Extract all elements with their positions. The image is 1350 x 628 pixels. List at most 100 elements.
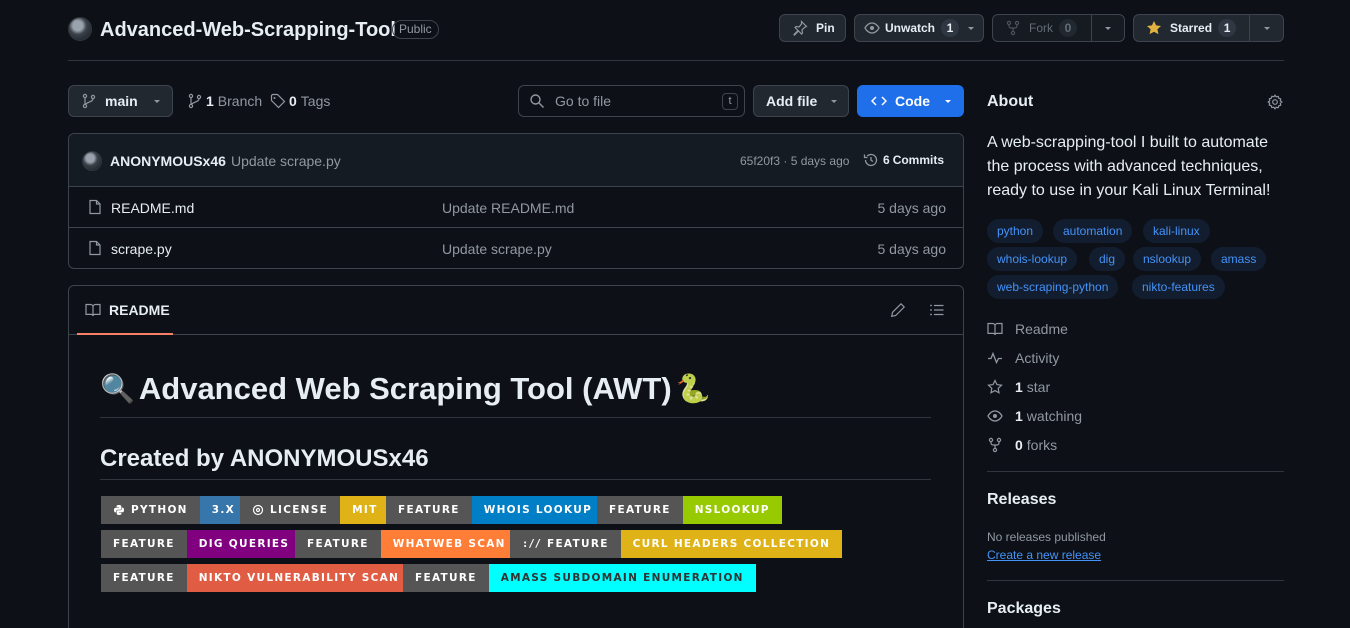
watching-count: 1	[1015, 408, 1023, 424]
releases-title[interactable]: Releases	[987, 491, 1056, 509]
heading-divider	[100, 417, 931, 418]
badge-left: FEATURE	[101, 530, 187, 558]
file-name[interactable]: scrape.py	[111, 241, 172, 257]
whatweb-badge[interactable]: FEATURE WHATWEB SCAN	[295, 530, 518, 558]
topic-tag[interactable]: kali-linux	[1143, 219, 1210, 243]
star-dropdown[interactable]	[1249, 15, 1283, 41]
file-commit-message[interactable]: Update README.md	[442, 200, 574, 216]
license-badge[interactable]: LICENSE MIT	[240, 496, 390, 524]
file-time: 5 days ago	[877, 241, 947, 257]
topic-tag[interactable]: nslookup	[1133, 247, 1202, 271]
dig-badge[interactable]: FEATURE DIG QUERIES	[101, 530, 302, 558]
pin-icon	[792, 20, 808, 36]
sidebar-divider	[987, 580, 1284, 581]
branch-name: main	[105, 93, 138, 109]
file-icon	[87, 240, 103, 256]
topic-tag[interactable]: dig	[1089, 247, 1126, 271]
branches-count: 1	[206, 93, 214, 109]
topic-tag[interactable]: amass	[1211, 247, 1267, 271]
add-file-button[interactable]: Add file	[753, 85, 849, 117]
curl-badge[interactable]: :// FEATURE CURL HEADERS COLLECTION	[510, 530, 843, 558]
create-release-link[interactable]: Create a new release	[987, 548, 1101, 562]
nslookup-badge[interactable]: FEATURE NSLOOKUP	[597, 496, 782, 524]
latest-commit-row: ANONYMOUSx46 Update scrape.py 65f20f3 · …	[69, 134, 963, 187]
unwatch-button[interactable]: Unwatch 1	[854, 14, 984, 42]
topic-tag[interactable]: nikto-features	[1132, 275, 1225, 299]
file-row[interactable]: scrape.py Update scrape.py 5 days ago	[69, 228, 963, 268]
tags-link[interactable]: 0 Tags	[270, 93, 330, 109]
commit-message[interactable]: Update scrape.py	[231, 153, 341, 169]
edit-pencil-icon[interactable]	[890, 302, 906, 318]
topic-tag[interactable]: web-scraping-python	[987, 275, 1119, 299]
fork-dropdown[interactable]	[1091, 15, 1124, 41]
book-icon	[987, 321, 1015, 337]
topic-tag[interactable]: python	[987, 219, 1044, 243]
search-icon	[529, 93, 545, 109]
forks-count: 0	[1015, 437, 1023, 453]
file-commit-message[interactable]: Update scrape.py	[442, 241, 552, 257]
badge-left: FEATURE	[386, 496, 472, 524]
badge-right: NSLOOKUP	[682, 496, 782, 524]
python-badge[interactable]: PYTHON 3.X	[101, 496, 248, 524]
badge-right: MIT	[340, 496, 390, 524]
curl-icon: ://	[522, 538, 541, 550]
code-button[interactable]: Code	[857, 85, 964, 117]
readme-tab-label: README	[109, 302, 170, 318]
file-name[interactable]: README.md	[111, 200, 194, 216]
repo-owner-avatar[interactable]	[68, 17, 92, 41]
packages-title[interactable]: Packages	[987, 600, 1061, 618]
nikto-badge[interactable]: FEATURE NIKTO VULNERABILITY SCAN	[101, 564, 412, 592]
fork-icon	[987, 437, 1015, 453]
activity-link[interactable]: Activity	[987, 350, 1059, 366]
badge-right: CURL HEADERS COLLECTION	[620, 530, 843, 558]
readme-header: README	[69, 286, 963, 335]
badge-left: FEATURE	[546, 538, 609, 550]
file-row[interactable]: README.md Update README.md 5 days ago	[69, 187, 963, 228]
about-title: About	[987, 93, 1034, 110]
watch-count: 1	[941, 19, 960, 37]
starred-button[interactable]: Starred 1	[1133, 14, 1284, 42]
readme-tab[interactable]: README	[85, 302, 170, 318]
amass-badge[interactable]: FEATURE AMASS SUBDOMAIN ENUMERATION	[403, 564, 756, 592]
topic-tag[interactable]: automation	[1053, 219, 1133, 243]
chevron-down-icon	[829, 96, 839, 106]
pin-button[interactable]: Pin	[779, 14, 846, 42]
branch-select[interactable]: main	[68, 85, 173, 117]
badge-left: FEATURE	[295, 530, 381, 558]
file-icon	[87, 199, 103, 215]
branches-link[interactable]: 1 Branch	[187, 93, 262, 109]
forks-label: forks	[1026, 437, 1058, 453]
pulse-icon	[987, 350, 1015, 366]
readme-title: 🔍 Advanced Web Scraping Tool (AWT) 🐍	[100, 368, 711, 410]
code-icon	[871, 93, 887, 109]
license-icon	[252, 504, 264, 516]
code-label: Code	[895, 93, 930, 109]
git-branch-icon	[187, 93, 203, 109]
topic-tag[interactable]: whois-lookup	[987, 247, 1078, 271]
readme-title-text: Advanced Web Scraping Tool (AWT)	[138, 371, 672, 406]
commit-author-avatar[interactable]	[82, 151, 102, 171]
unwatch-label: Unwatch	[885, 21, 936, 35]
fork-button[interactable]: Fork 0	[992, 14, 1125, 42]
commits-link[interactable]: 6 Commits	[863, 152, 944, 168]
readme-subtitle: Created by ANONYMOUSx46	[100, 445, 429, 472]
repo-name[interactable]: Advanced-Web-Scrapping-Tool	[100, 17, 396, 43]
readme-link[interactable]: Readme	[987, 321, 1068, 337]
commit-author[interactable]: ANONYMOUSx46	[110, 153, 226, 169]
watchers-link[interactable]: 1 watching	[987, 408, 1082, 424]
gear-icon[interactable]	[1267, 94, 1283, 110]
badge-left: FEATURE	[101, 564, 187, 592]
magnifier-emoji-icon: 🔍	[100, 372, 135, 405]
starred-label: Starred	[1170, 21, 1213, 35]
go-to-file-input[interactable]: Go to file t	[518, 85, 745, 117]
commit-hash-time[interactable]: 65f20f3 · 5 days ago	[740, 154, 849, 168]
heading-divider	[100, 479, 931, 480]
badge-right: DIG QUERIES	[186, 530, 302, 558]
file-time: 5 days ago	[877, 200, 947, 216]
whois-badge[interactable]: FEATURE WHOIS LOOKUP	[386, 496, 605, 524]
eye-icon	[864, 20, 880, 36]
outline-list-icon[interactable]	[929, 302, 945, 318]
star-filled-icon	[1146, 20, 1162, 36]
stars-link[interactable]: 1 star	[987, 379, 1050, 395]
forks-link[interactable]: 0 forks	[987, 437, 1057, 453]
